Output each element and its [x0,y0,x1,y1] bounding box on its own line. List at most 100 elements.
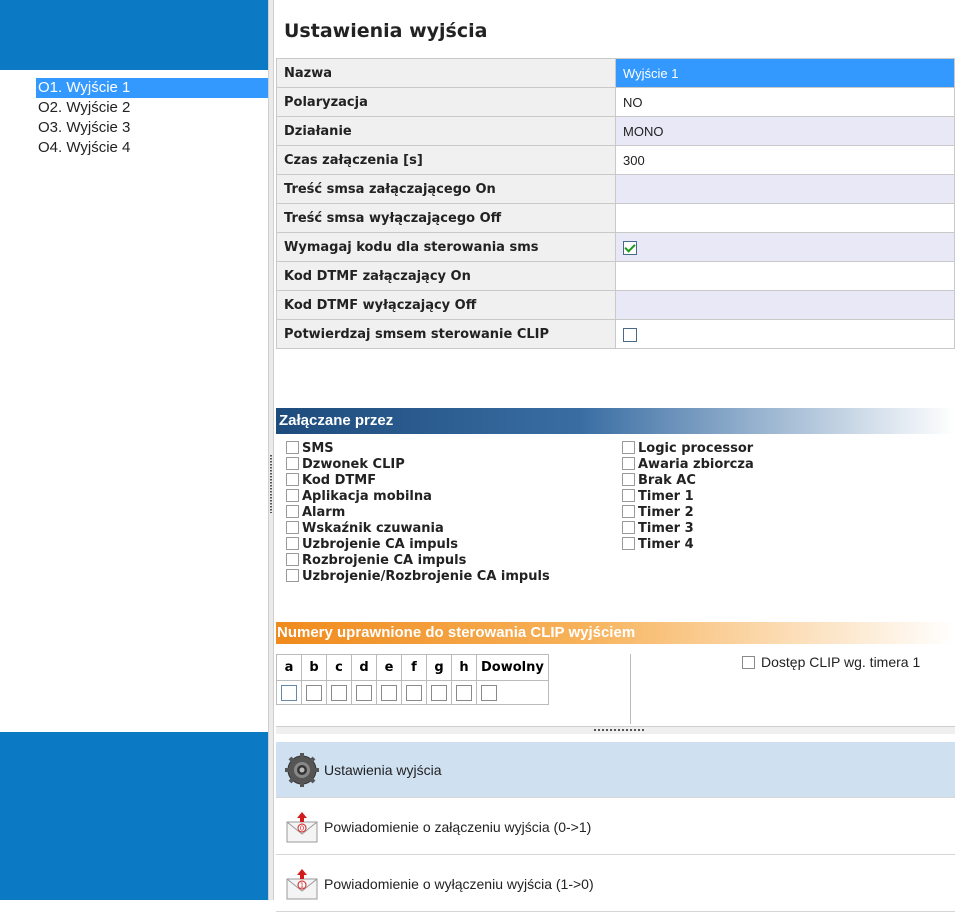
enabled-by-option[interactable]: Uzbrojenie/Rozbrojenie CA impuls [286,569,550,585]
enabled-by-option[interactable]: Timer 4 [622,537,694,553]
left-panel-footer [0,732,268,900]
row-dtmf-off[interactable]: Kod DTMF wyłączający Off [276,290,955,320]
enabled-by-option[interactable]: Wskaźnik czuwania [286,521,444,537]
clip-number-checkbox[interactable] [331,684,347,701]
option-checkbox[interactable] [622,537,635,550]
page-title: Ustawienia wyjścia [284,20,488,42]
require-code-checkbox[interactable] [623,240,637,255]
clip-table-divider [630,654,631,724]
output-item-4[interactable]: O4. Wyjście 4 [36,138,268,158]
row-mode[interactable]: Działanie MONO [276,116,955,146]
row-confirm-clip[interactable]: Potwierdzaj smsem sterowanie CLIP [276,319,955,349]
enabled-by-option[interactable]: SMS [286,441,334,457]
clip-number-checkbox[interactable] [431,684,447,701]
enabled-by-option[interactable]: Uzbrojenie CA impuls [286,537,458,553]
sms-off-field[interactable] [615,203,955,233]
name-field[interactable]: Wyjście 1 [615,58,955,88]
option-checkbox[interactable] [286,537,299,550]
option-checkbox[interactable] [622,521,635,534]
option-checkbox[interactable] [286,489,299,502]
option-checkbox[interactable] [286,569,299,582]
row-sms-off[interactable]: Treść smsa wyłączającego Off [276,203,955,233]
option-checkbox[interactable] [286,441,299,454]
option-checkbox[interactable] [622,473,635,486]
option-label: Logic processor [638,441,754,456]
mode-select[interactable]: MONO [615,116,955,146]
enabled-by-option[interactable]: Logic processor [622,441,753,457]
clip-column-header: c [326,654,352,681]
option-checkbox[interactable] [286,553,299,566]
gear-icon [285,753,319,787]
clip-number-checkbox[interactable] [306,684,322,701]
polarization-select[interactable]: NO [615,87,955,117]
row-dtmf-on[interactable]: Kod DTMF załączający On [276,261,955,291]
output-list[interactable]: O1. Wyjście 1 O2. Wyjście 2 O3. Wyjście … [0,70,268,732]
enabled-by-option[interactable]: Rozbrojenie CA impuls [286,553,466,569]
output-item-3[interactable]: O3. Wyjście 3 [36,118,268,138]
enabled-by-option[interactable]: Timer 1 [622,489,694,505]
enabled-by-option[interactable]: Alarm [286,505,345,521]
clip-number-checkbox[interactable] [281,684,297,701]
clip-number-cell[interactable] [276,680,302,705]
row-require-code[interactable]: Wymagaj kodu dla sterowania sms [276,232,955,262]
clip-timer-checkbox[interactable] [742,656,755,669]
row-label: Treść smsa załączającego On [276,174,616,204]
row-sms-on[interactable]: Treść smsa załączającego On [276,174,955,204]
dtmf-on-field[interactable] [615,261,955,291]
clip-number-checkbox[interactable] [481,684,497,701]
nav-notify-on[interactable]: 0 Powiadomienie o załączeniu wyjścia (0-… [276,799,955,855]
enabled-by-option[interactable]: Aplikacja mobilna [286,489,432,505]
option-label: Timer 1 [638,489,694,504]
clip-number-cell[interactable] [401,680,427,705]
clip-number-cell[interactable] [476,680,549,705]
clip-number-cell[interactable] [376,680,402,705]
output-item-1[interactable]: O1. Wyjście 1 [36,78,268,98]
confirm-clip-checkbox[interactable] [623,327,637,342]
option-checkbox[interactable] [286,473,299,486]
nav-output-settings[interactable]: Ustawienia wyjścia [276,742,955,798]
option-checkbox[interactable] [286,457,299,470]
row-on-time[interactable]: Czas załączenia [s] 300 [276,145,955,175]
dtmf-off-field[interactable] [615,290,955,320]
row-name[interactable]: Nazwa Wyjście 1 [276,58,955,88]
require-code-cell[interactable] [615,232,955,262]
clip-number-cell[interactable] [351,680,377,705]
clip-number-cell[interactable] [326,680,352,705]
splitter-grip[interactable] [270,455,272,513]
nav-notify-off[interactable]: 1 Powiadomienie o wyłączeniu wyjścia (1-… [276,856,955,912]
clip-number-cell[interactable] [301,680,327,705]
clip-number-checkbox[interactable] [406,684,422,701]
enabled-by-option[interactable]: Brak AC [622,473,696,489]
on-time-field[interactable]: 300 [615,145,955,175]
clip-number-checkbox[interactable] [381,684,397,701]
vertical-splitter[interactable] [268,0,274,900]
enabled-by-option[interactable]: Kod DTMF [286,473,376,489]
horizontal-splitter[interactable] [276,726,955,734]
left-panel-header [0,0,268,70]
enabled-by-option[interactable]: Timer 2 [622,505,694,521]
confirm-clip-cell[interactable] [615,319,955,349]
clip-number-checkbox[interactable] [356,684,372,701]
option-checkbox[interactable] [622,489,635,502]
row-label: Treść smsa wyłączającego Off [276,203,616,233]
output-item-2[interactable]: O2. Wyjście 2 [36,98,268,118]
option-checkbox[interactable] [286,505,299,518]
clip-timer-option[interactable]: Dostęp CLIP wg. timera 1 [742,654,920,670]
splitter-grip[interactable] [594,729,644,731]
clip-number-cell[interactable] [451,680,477,705]
option-checkbox[interactable] [622,505,635,518]
sms-on-field[interactable] [615,174,955,204]
enabled-by-option[interactable]: Dzwonek CLIP [286,457,405,473]
row-polarization[interactable]: Polaryzacja NO [276,87,955,117]
option-checkbox[interactable] [622,441,635,454]
enabled-by-option[interactable]: Awaria zbiorcza [622,457,754,473]
clip-number-checkbox[interactable] [456,684,472,701]
enabled-by-option[interactable]: Timer 3 [622,521,694,537]
svg-text:1: 1 [300,882,304,890]
option-checkbox[interactable] [286,521,299,534]
clip-column-header: h [451,654,477,681]
option-label: Wskaźnik czuwania [302,521,444,536]
clip-number-cell[interactable] [426,680,452,705]
option-checkbox[interactable] [622,457,635,470]
settings-grid: Nazwa Wyjście 1 Polaryzacja NO Działanie… [276,58,955,349]
